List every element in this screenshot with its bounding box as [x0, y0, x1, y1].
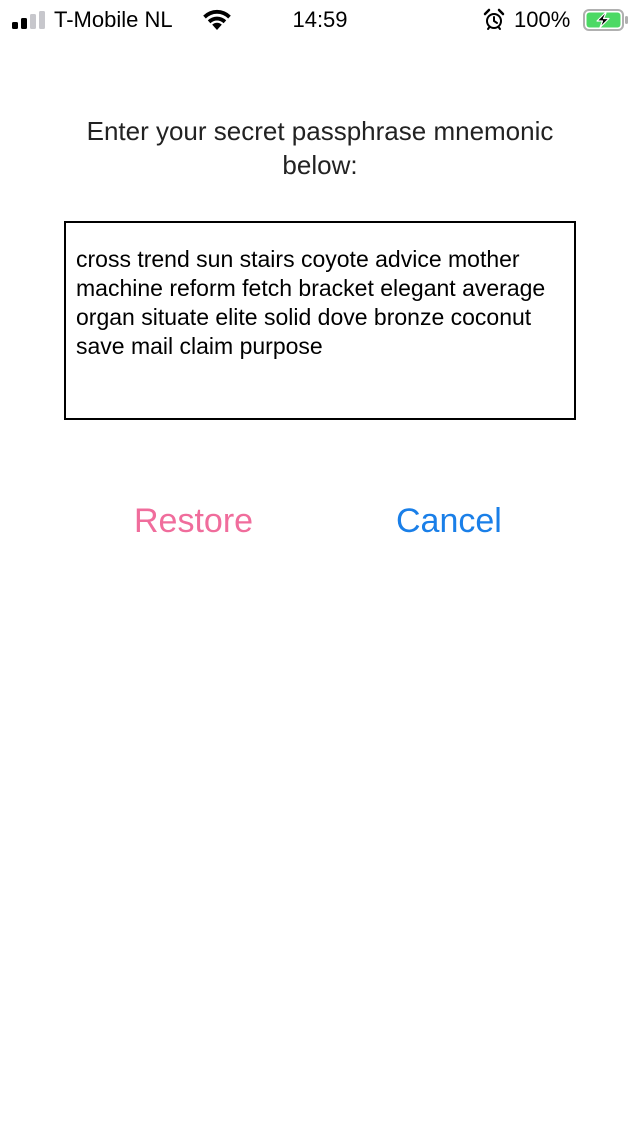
action-buttons: Restore Cancel: [0, 496, 640, 546]
instruction-text: Enter your secret passphrase mnemonic be…: [86, 116, 554, 180]
battery-percent: 100%: [514, 7, 571, 32]
alarm-icon: [483, 8, 505, 30]
battery-charging-icon: [583, 9, 628, 31]
mnemonic-input[interactable]: cross trend sun stairs coyote advice mot…: [64, 221, 576, 420]
mnemonic-value[interactable]: cross trend sun stairs coyote advice mot…: [76, 245, 556, 361]
restore-button[interactable]: Restore: [134, 496, 264, 546]
cancel-button[interactable]: Cancel: [396, 496, 516, 546]
status-bar: T-Mobile NL 14:59 100%: [0, 0, 640, 40]
